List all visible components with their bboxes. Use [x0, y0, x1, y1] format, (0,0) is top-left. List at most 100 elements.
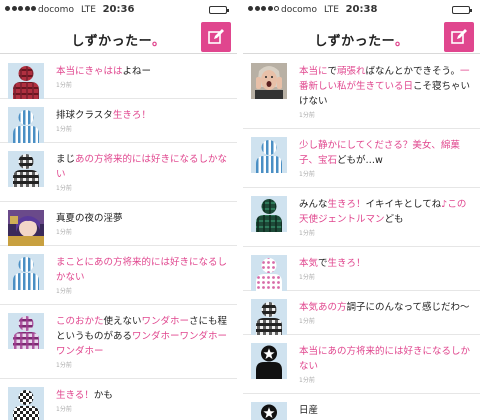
compose-icon	[208, 29, 224, 44]
post-item[interactable]: このおかた使えないワンダホーさにも程というものがあるワンダホーワンダホーワンダホ…	[0, 305, 237, 379]
avatar[interactable]	[8, 387, 44, 420]
post-item[interactable]: 真夏の夜の淫夢 1分前	[0, 202, 237, 246]
post-text-segment: まじ	[56, 154, 76, 165]
post-item[interactable]: 本当にあの方将来的には好きになるしかない 1分前	[243, 335, 480, 394]
highlighted-phrase: 本気	[299, 258, 319, 269]
compose-button[interactable]	[444, 22, 474, 52]
post-timestamp: 1分前	[56, 126, 72, 133]
highlighted-phrase: 本気あの方	[299, 302, 347, 313]
phone-screen-left: docomo LTE 20:36 しずかったー。 本当にきゃははよねー 1分前 排球…	[0, 0, 237, 420]
highlighted-phrase: 生きろ！	[327, 258, 366, 269]
post-item[interactable]: 排球クラスタ生きろ！ 1分前	[0, 99, 237, 143]
status-bar: docomo LTE 20:36	[0, 0, 237, 20]
post-timestamp: 1分前	[299, 171, 315, 178]
post-item[interactable]: 本気で生きろ！ 1分前	[243, 247, 480, 291]
highlighted-phrase: 生きろ！	[327, 199, 366, 210]
avatar[interactable]	[251, 402, 287, 420]
avatar[interactable]	[251, 343, 287, 379]
highlighted-phrase: 本当にきゃはは	[56, 66, 123, 77]
post-text-segment: よねー	[122, 66, 152, 77]
avatar[interactable]	[251, 63, 287, 99]
avatar[interactable]	[8, 107, 44, 143]
post-timestamp: 1分前	[299, 230, 315, 237]
post-text: 本当にで頑張ればなんとかできそう。一番新しい私が生きている日こそ寝ちゃいけない	[299, 64, 474, 109]
post-timestamp: 1分前	[56, 288, 72, 295]
avatar[interactable]	[251, 255, 287, 291]
status-bar: docomo LTE 20:38	[243, 0, 480, 20]
post-item[interactable]: 本当にで頑張ればなんとかできそう。一番新しい私が生きている日こそ寝ちゃいけない 1…	[243, 55, 480, 129]
status-time: 20:38	[345, 4, 378, 15]
post-timestamp: 1分前	[299, 112, 315, 119]
post-text-segment: かも	[93, 390, 113, 401]
post-text: 真夏の夜の淫夢	[56, 211, 231, 226]
post-text-segment: ばなんとかできそう。	[365, 66, 460, 77]
app-title-text: しずかったー	[71, 34, 153, 49]
post-text: まことにあの方将来的には好きになるしかない	[56, 255, 231, 285]
post-text: 排球クラスタ生きろ！	[56, 108, 231, 123]
post-text-segment: 使えない	[103, 316, 142, 327]
post-item[interactable]: 本気あの方調子にのんなって感じだわ～ 1分前	[243, 291, 480, 335]
app-title-text: しずかったー	[314, 34, 396, 49]
avatar[interactable]	[8, 254, 44, 290]
highlighted-phrase: あの方将来的には好きになるしかない	[56, 154, 228, 180]
post-item[interactable]: 日産1分前	[243, 394, 480, 420]
avatar[interactable]	[251, 299, 287, 335]
post-timestamp: 1分前	[56, 362, 72, 369]
post-text-segment: 真夏の夜の淫夢	[56, 213, 123, 224]
avatar[interactable]	[8, 210, 44, 246]
battery-icon	[209, 6, 229, 14]
post-text: 本気で生きろ！	[299, 256, 474, 271]
nav-bar: しずかったー。	[243, 20, 480, 54]
post-item[interactable]: みんな生きろ！イキイキとしてね♪この天使ジェントルマンども 1分前	[243, 188, 480, 247]
post-timestamp: 1分前	[299, 318, 315, 325]
post-text-segment: 排球クラスタ	[56, 110, 113, 121]
app-title-dot: 。	[395, 34, 409, 49]
nav-bar: しずかったー。	[0, 20, 237, 54]
app-title-dot: 。	[152, 34, 166, 49]
highlighted-phrase: このおかた	[56, 316, 104, 327]
post-item[interactable]: まじあの方将来的には好きになるしかない 1分前	[0, 143, 237, 202]
highlighted-phrase: ワンダホー	[141, 316, 190, 327]
avatar[interactable]	[251, 137, 287, 173]
avatar[interactable]	[8, 151, 44, 187]
post-timestamp: 1分前	[299, 377, 315, 384]
post-text: 日産	[299, 403, 474, 418]
post-item[interactable]: まことにあの方将来的には好きになるしかない 1分前	[0, 246, 237, 305]
post-text-segment: イキイキとしてね	[365, 199, 442, 210]
post-timestamp: 1分前	[56, 82, 72, 89]
post-text: 本気あの方調子にのんなって感じだわ～	[299, 300, 474, 315]
highlighted-phrase: 生きろ！	[112, 110, 151, 121]
post-text: 少し静かにしてくださる？美女、綿菓子、宝石どもが…w	[299, 138, 474, 168]
post-text-segment: 調子にのんなって感じだわ～	[346, 302, 470, 313]
highlighted-phrase: まことにあの方将来的には好きになるしかない	[56, 257, 228, 283]
post-text-segment: ども	[384, 214, 404, 225]
post-text: 本当にきゃははよねー	[56, 64, 231, 79]
avatar[interactable]	[8, 313, 44, 349]
compose-icon	[451, 29, 467, 44]
post-text: 本当にあの方将来的には好きになるしかない	[299, 344, 474, 374]
post-item[interactable]: 生きる！かも 1分前	[0, 379, 237, 420]
avatar[interactable]	[8, 63, 44, 99]
post-text-segment: 日産	[299, 405, 319, 416]
post-list: 本当にで頑張ればなんとかできそう。一番新しい私が生きている日こそ寝ちゃいけない 1…	[243, 55, 480, 420]
post-item[interactable]: 本当にきゃははよねー 1分前	[0, 55, 237, 99]
compose-button[interactable]	[201, 22, 231, 52]
post-text-segment: で	[318, 258, 328, 269]
post-timestamp: 1分前	[299, 274, 315, 281]
post-text: 生きる！かも	[56, 388, 231, 403]
post-list: 本当にきゃははよねー 1分前 排球クラスタ生きろ！ 1分前 まじあの方将来的には好きにな…	[0, 55, 237, 420]
post-text-segment: で	[327, 66, 338, 77]
phone-screen-right: docomo LTE 20:38 しずかったー。 本当にで頑張ればなんとかできそ…	[243, 0, 480, 420]
post-timestamp: 1分前	[56, 229, 72, 236]
post-timestamp: 1分前	[56, 185, 72, 192]
avatar[interactable]	[251, 196, 287, 232]
battery-icon	[452, 6, 472, 14]
highlighted-phrase: 本当に	[299, 66, 328, 77]
highlighted-phrase: 頑張れ	[337, 66, 366, 77]
post-text: まじあの方将来的には好きになるしかない	[56, 152, 231, 182]
status-time: 20:36	[102, 4, 135, 15]
post-text: みんな生きろ！イキイキとしてね♪この天使ジェントルマンども	[299, 197, 474, 227]
post-text-segment: どもが…w	[337, 155, 383, 166]
post-item[interactable]: 少し静かにしてくださる？美女、綿菓子、宝石どもが…w 1分前	[243, 129, 480, 188]
post-text: このおかた使えないワンダホーさにも程というものがあるワンダホーワンダホーワンダホ…	[56, 314, 231, 359]
